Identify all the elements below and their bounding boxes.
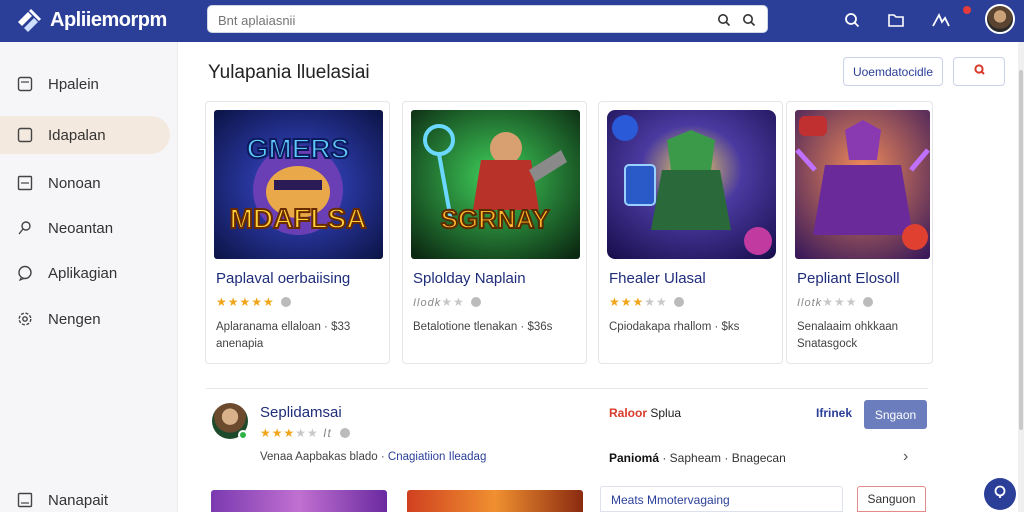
app-thumbnail[interactable]: GMERS MDAFLSA — [214, 110, 383, 259]
star-rating: ★★★★★ — [609, 295, 684, 309]
star-rating: Ilodk★★ — [413, 295, 481, 309]
app-title: Apliiemorpm — [50, 9, 167, 31]
info-icon — [673, 297, 684, 307]
chevron-right-icon[interactable]: › — [903, 448, 908, 466]
app-thumbnail[interactable] — [607, 110, 776, 259]
sidebar-item-label: Neoantan — [48, 219, 114, 237]
top-bar: Apliiemorpm — [0, 0, 1024, 42]
app-thumbnail[interactable] — [211, 490, 387, 512]
sidebar-item-apps[interactable]: Idapalan — [0, 116, 170, 154]
pin-icon — [972, 63, 986, 80]
review-description: Venaa Aapbakas blado · Cnagiatiion Ilead… — [260, 451, 487, 463]
help-icon — [992, 484, 1008, 505]
help-button[interactable] — [984, 478, 1016, 510]
reviewer-name[interactable]: Seplidamsai — [260, 404, 342, 421]
app-title[interactable]: Pepliant Elosoll — [797, 270, 900, 287]
search-icon[interactable] — [839, 7, 865, 33]
sidebar-item-settings[interactable]: Nengen — [0, 300, 170, 338]
app-thumbnail[interactable] — [795, 110, 930, 259]
sidebar-item-apps-list[interactable]: Aplikagian — [0, 254, 170, 292]
search-bar — [207, 5, 768, 33]
app-card[interactable]: Pepliant Elosoll Ilotk★★★ Senalaaim ohkk… — [786, 101, 933, 364]
square-icon — [14, 489, 36, 511]
app-meta: Betalotione tlenakan · $36s — [413, 321, 553, 333]
review-tag: Raloor Splua — [609, 406, 682, 420]
chat-icon — [14, 262, 36, 284]
app-thumbnail[interactable] — [407, 490, 583, 512]
search-input[interactable] — [218, 10, 698, 30]
gear-icon — [14, 308, 36, 330]
star-rating: ★★★★★ — [216, 295, 291, 309]
app-logo-icon[interactable] — [14, 6, 44, 36]
square-icon — [14, 73, 36, 95]
square-icon — [14, 124, 36, 146]
app-meta: Aplaranama ellaloan · $33 anenapia — [216, 321, 351, 350]
sidebar-item-label: Nanapait — [48, 491, 109, 509]
online-indicator — [238, 430, 248, 440]
app-card[interactable]: SGRNAY Splolday Naplain Ilodk★★ Betaloti… — [402, 101, 587, 364]
app-title[interactable]: Fhealer Ulasal — [609, 270, 706, 287]
sidebar-item-label: Idapalan — [48, 126, 106, 144]
square-icon — [14, 172, 36, 194]
app-title[interactable]: Paplaval oerbaiising — [216, 270, 350, 287]
app-meta: Senalaaim ohkkaan Snatasgock — [797, 321, 899, 350]
sidebar-item-search[interactable]: Neoantan — [0, 209, 170, 247]
app-title[interactable]: Splolday Naplain — [413, 270, 526, 287]
art-text: GMERS — [247, 133, 350, 164]
search-icon — [14, 217, 36, 239]
search-icon[interactable] — [738, 9, 760, 31]
see-all-button[interactable]: Uoemdatocidle — [843, 57, 943, 86]
sidebar-item-label: Hpalein — [48, 75, 99, 93]
notification-icon[interactable] — [928, 7, 954, 33]
info-icon — [863, 297, 874, 307]
lens-icon[interactable] — [713, 9, 735, 31]
review-link[interactable]: Cnagiatiion Ileadag — [388, 451, 486, 463]
review-action-button[interactable]: Sngaon — [864, 400, 927, 429]
promo-box[interactable]: Meats Mmotervagaing — [600, 486, 843, 512]
art-text: SGRNAY — [441, 204, 550, 234]
sidebar: Hpalein Idapalan Nonoan Neoantan Aplikag… — [0, 42, 178, 512]
section-title: Yulapania lluelasiai — [208, 62, 370, 83]
divider — [206, 388, 928, 389]
info-icon — [339, 428, 350, 438]
promo-button[interactable]: Sanguon — [857, 486, 926, 512]
app-card[interactable]: GMERS MDAFLSA Paplaval oerbaiising ★★★★★… — [205, 101, 390, 364]
scrollbar-thumb[interactable] — [1019, 70, 1023, 430]
sidebar-item-new[interactable]: Nonoan — [0, 164, 170, 202]
sidebar-item-home[interactable]: Hpalein — [0, 65, 170, 103]
info-icon — [470, 297, 481, 307]
review-stars: ★★★★★ It — [260, 426, 350, 440]
art-text: MDAFLSA — [230, 203, 367, 234]
star-rating: Ilotk★★★ — [797, 295, 874, 309]
sidebar-item-bottom[interactable]: Nanapait — [0, 481, 170, 519]
app-card[interactable]: Fhealer Ulasal ★★★★★ Cpiodakapa rhallom … — [598, 101, 783, 364]
filter-button[interactable] — [953, 57, 1005, 86]
user-avatar[interactable] — [985, 4, 1015, 34]
notification-badge — [963, 6, 971, 14]
review-action-link[interactable]: Ifrinek — [816, 406, 852, 420]
review-details: Paniomá · Sapheam · Bnagecan — [609, 451, 786, 465]
sidebar-item-label: Nonoan — [48, 174, 101, 192]
folder-icon[interactable] — [883, 7, 909, 33]
app-thumbnail[interactable]: SGRNAY — [411, 110, 580, 259]
sidebar-item-label: Nengen — [48, 310, 101, 328]
sidebar-item-label: Aplikagian — [48, 264, 118, 282]
info-icon — [280, 297, 291, 307]
app-meta: Cpiodakapa rhallom · $ks — [609, 321, 740, 333]
